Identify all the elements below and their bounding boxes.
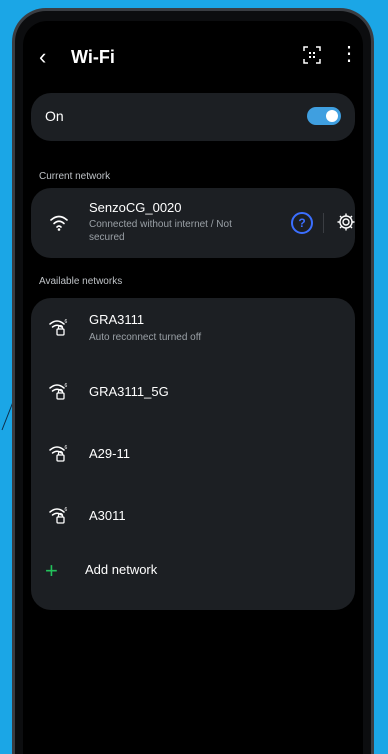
locked-wifi-icon: 6 [49, 319, 68, 336]
wifi-toggle-card[interactable]: On [31, 93, 355, 141]
locked-wifi-icon: 6 [49, 383, 68, 400]
network-name: GRA3111 [89, 312, 145, 327]
screen: ‹ Wi-Fi ⋮ On Current network SenzoCG_002… [23, 21, 363, 754]
gear-icon[interactable] [336, 212, 356, 232]
locked-wifi-icon: 6 [49, 445, 68, 462]
current-network-name: SenzoCG_0020 [89, 200, 182, 215]
network-item-a3011[interactable]: 6 A3011 [31, 484, 355, 546]
current-network-status-line1: Connected without internet / Not [89, 219, 232, 230]
current-network-heading: Current network [39, 171, 111, 182]
network-name: A29-11 [89, 446, 130, 461]
plus-icon: + [45, 558, 58, 583]
network-sub: Auto reconnect turned off [89, 332, 202, 343]
svg-text:6: 6 [65, 319, 68, 325]
more-options-icon[interactable]: ⋮ [339, 43, 359, 65]
current-network-card[interactable]: SenzoCG_0020 Connected without internet … [31, 188, 355, 258]
svg-text:6: 6 [65, 507, 68, 513]
network-name: GRA3111_5G [89, 384, 169, 399]
page-title: Wi-Fi [71, 47, 115, 67]
available-networks-card: 6 GRA3111 Auto reconnect turned off 6 GR… [31, 298, 355, 610]
qr-code-icon[interactable] [303, 46, 321, 64]
network-name: A3011 [89, 508, 126, 523]
wifi-toggle-label: On [45, 108, 64, 124]
toggle-knob [326, 110, 338, 122]
network-item-gra3111[interactable]: 6 GRA3111 Auto reconnect turned off [31, 298, 355, 360]
available-networks-heading: Available networks [39, 276, 123, 287]
phone-frame: ‹ Wi-Fi ⋮ On Current network SenzoCG_002… [12, 8, 374, 754]
svg-text:6: 6 [65, 383, 68, 389]
wifi-toggle-switch[interactable] [307, 107, 341, 125]
locked-wifi-icon: 6 [49, 507, 68, 524]
svg-text:6: 6 [65, 445, 68, 451]
network-item-gra3111-5g[interactable]: 6 GRA3111_5G [31, 360, 355, 422]
current-network-status-line2: secured [89, 232, 125, 243]
network-item-a29-11[interactable]: 6 A29-11 [31, 422, 355, 484]
top-app-bar: ‹ Wi-Fi ⋮ [23, 43, 363, 73]
back-arrow-icon[interactable]: ‹ [39, 45, 46, 69]
divider [323, 213, 324, 233]
help-icon[interactable]: ? [291, 212, 313, 234]
add-network-button[interactable]: + Add network [31, 548, 355, 610]
add-network-label: Add network [85, 562, 158, 577]
wifi-signal-icon [50, 215, 68, 231]
